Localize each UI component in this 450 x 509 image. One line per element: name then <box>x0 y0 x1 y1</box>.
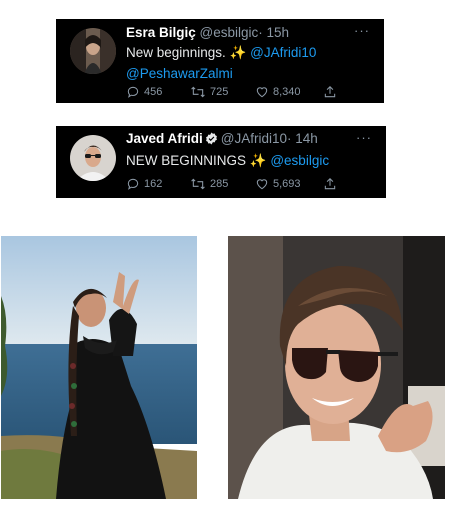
retweet-icon <box>191 86 205 98</box>
tweet-text: NEW BEGINNINGS ✨ @esbilgic <box>126 150 376 171</box>
reply-count: 162 <box>144 178 163 190</box>
tweet-card-javed[interactable]: Javed Afridi @JAfridi10· 14h ··· NEW BEGI… <box>56 126 386 198</box>
tweet-body-text: New beginnings. ✨ <box>126 45 247 60</box>
avatar-esra[interactable] <box>70 28 116 74</box>
retweet-count: 725 <box>210 86 229 98</box>
avatar-javed[interactable] <box>70 135 116 181</box>
more-icon[interactable]: ··· <box>354 23 370 38</box>
mention-link[interactable]: @esbilgic <box>270 153 329 168</box>
reply-icon <box>127 178 139 190</box>
tweet-time[interactable]: · 15h <box>258 25 289 40</box>
reply-button[interactable]: 456 <box>126 85 190 99</box>
user-handle[interactable]: @JAfridi10 <box>221 131 287 146</box>
verified-badge-icon <box>205 132 218 148</box>
display-name[interactable]: Esra Bilgiç <box>126 25 196 40</box>
photo-woman-seaside <box>1 236 197 499</box>
like-button[interactable]: 8,340 <box>255 85 323 99</box>
retweet-button[interactable]: 725 <box>190 85 255 99</box>
mention-link[interactable]: @PeshawarZalmi <box>126 66 233 81</box>
reply-count: 456 <box>144 86 163 98</box>
reply-button[interactable]: 162 <box>126 177 190 191</box>
tweet-header: Esra Bilgiç @esbilgic· 15h <box>126 25 289 40</box>
reply-icon <box>127 86 139 98</box>
retweet-count: 285 <box>210 178 229 190</box>
retweet-button[interactable]: 285 <box>190 177 255 191</box>
like-button[interactable]: 5,693 <box>255 177 323 191</box>
like-count: 5,693 <box>273 178 301 190</box>
display-name[interactable]: Javed Afridi <box>126 131 203 146</box>
like-icon <box>256 87 268 98</box>
mention-link[interactable]: @JAfridi10 <box>250 45 316 60</box>
tweet-actions: 456 725 8,340 <box>126 85 341 99</box>
like-count: 8,340 <box>273 86 301 98</box>
share-button[interactable] <box>323 85 341 99</box>
share-button[interactable] <box>323 177 341 191</box>
tweet-body-text: NEW BEGINNINGS ✨ <box>126 153 267 168</box>
photo-man-sunglasses <box>228 236 445 499</box>
user-handle[interactable]: @esbilgic <box>200 25 259 40</box>
tweet-card-esra[interactable]: Esra Bilgiç @esbilgic· 15h ··· New begin… <box>56 19 384 103</box>
tweet-text: New beginnings. ✨ @JAfridi10 @PeshawarZa… <box>126 42 376 84</box>
tweet-time[interactable]: · 14h <box>287 131 318 146</box>
share-icon <box>324 178 336 190</box>
like-icon <box>256 179 268 190</box>
tweet-actions: 162 285 5,693 <box>126 177 341 191</box>
share-icon <box>324 86 336 98</box>
more-icon[interactable]: ··· <box>356 130 372 145</box>
retweet-icon <box>191 178 205 190</box>
tweet-header: Javed Afridi @JAfridi10· 14h <box>126 131 318 148</box>
